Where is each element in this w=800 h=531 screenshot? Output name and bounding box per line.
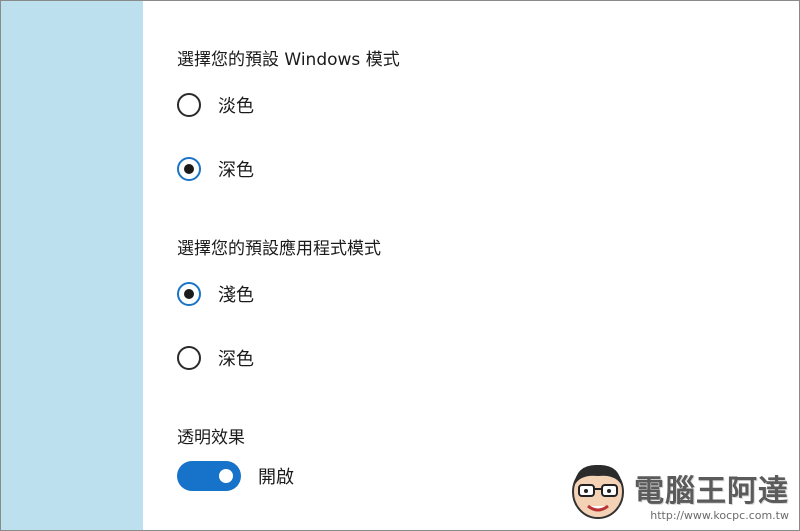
settings-window: 選擇您的預設 Windows 模式 淡色 深色 選擇您的預設應用程式模式 淺色 … [0, 0, 800, 531]
windows-mode-dark-radio[interactable] [177, 157, 201, 181]
windows-mode-dark-label: 深色 [218, 160, 254, 181]
app-mode-heading: 選擇您的預設應用程式模式 [177, 239, 381, 259]
toggle-knob [219, 469, 233, 483]
left-panel [1, 1, 143, 530]
transparency-heading: 透明效果 [177, 428, 245, 448]
app-mode-dark-option[interactable]: 深色 [177, 345, 254, 371]
windows-mode-dark-option[interactable]: 深色 [177, 156, 254, 182]
color-settings-content: 選擇您的預設 Windows 模式 淡色 深色 選擇您的預設應用程式模式 淺色 … [177, 1, 799, 530]
watermark: 電腦王阿達 http://www.kocpc.com.tw [566, 458, 789, 522]
windows-mode-light-label: 淡色 [218, 96, 254, 117]
app-mode-dark-radio[interactable] [177, 346, 201, 370]
mascot-logo-icon [572, 464, 624, 519]
watermark-title: 電腦王阿達 [634, 474, 789, 509]
transparency-toggle-label: 開啟 [258, 467, 294, 488]
transparency-toggle[interactable] [177, 461, 241, 491]
windows-mode-light-radio[interactable] [177, 93, 201, 117]
app-mode-light-label: 淺色 [218, 285, 254, 306]
transparency-toggle-row: 開啟 [177, 461, 294, 491]
windows-mode-heading: 選擇您的預設 Windows 模式 [177, 50, 400, 70]
app-mode-light-option[interactable]: 淺色 [177, 281, 254, 307]
windows-mode-light-option[interactable]: 淡色 [177, 92, 254, 118]
app-mode-light-radio[interactable] [177, 282, 201, 306]
watermark-url: http://www.kocpc.com.tw [650, 509, 789, 522]
app-mode-dark-label: 深色 [218, 349, 254, 370]
